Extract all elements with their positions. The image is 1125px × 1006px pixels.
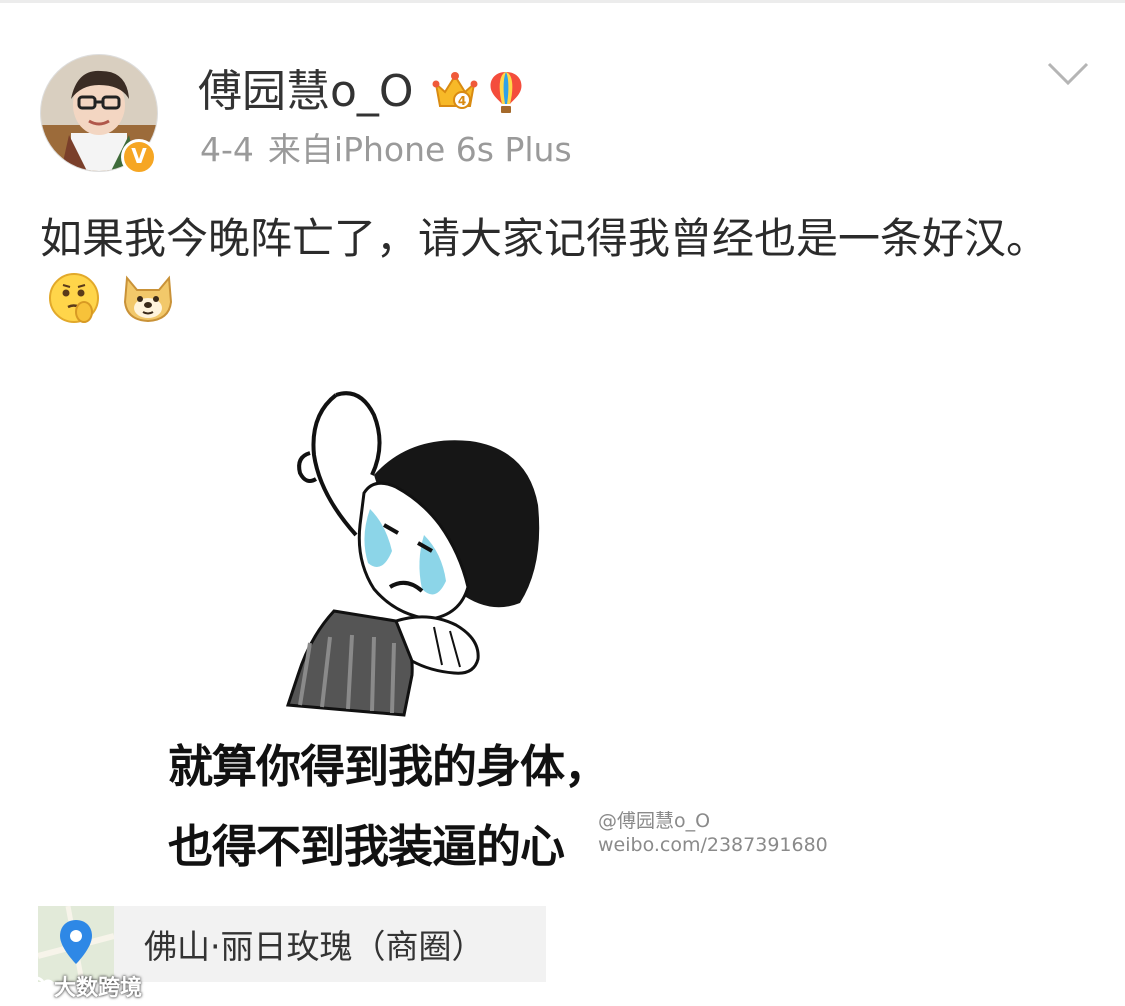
meme-caption-line2: 也得不到我装逼的心 [168,820,565,873]
meme-watermark-url: weibo.com/2387391680 [598,834,828,856]
verified-badge-icon: V [121,139,157,175]
corner-watermark-text: 大数跨境 [54,976,143,1001]
post-source: 来自iPhone 6s Plus [267,130,572,169]
user-badges: 4 [432,70,526,118]
hot-air-balloon-icon[interactable] [486,70,526,118]
top-divider [0,0,1125,3]
thinking-face-emoji [48,272,100,343]
chevron-down-icon[interactable] [1046,60,1090,88]
post-date: 4-4 [200,130,254,169]
doge-emoji [121,272,175,343]
post-body: 如果我今晚阵亡了，请大家记得我曾经也是一条好汉。 [40,206,1090,343]
brand-logo-icon [14,976,54,996]
post-meta: 4-4 来自iPhone 6s Plus [200,128,572,172]
crown-level-number: 4 [458,94,466,108]
meme-image[interactable] [160,375,740,875]
meme-caption-line1: 就算你得到我的身体， [168,740,609,793]
crown-level-icon[interactable]: 4 [432,70,478,118]
meme-watermark-name: @傅园慧o_O [598,810,711,832]
post-text: 如果我今晚阵亡了，请大家记得我曾经也是一条好汉。 [40,214,1049,263]
location-label[interactable]: 佛山·丽日玫瑰（商圈） [144,920,485,968]
corner-watermark: 大数跨境 [14,970,142,1002]
username[interactable]: 傅园慧o_O [198,64,414,120]
